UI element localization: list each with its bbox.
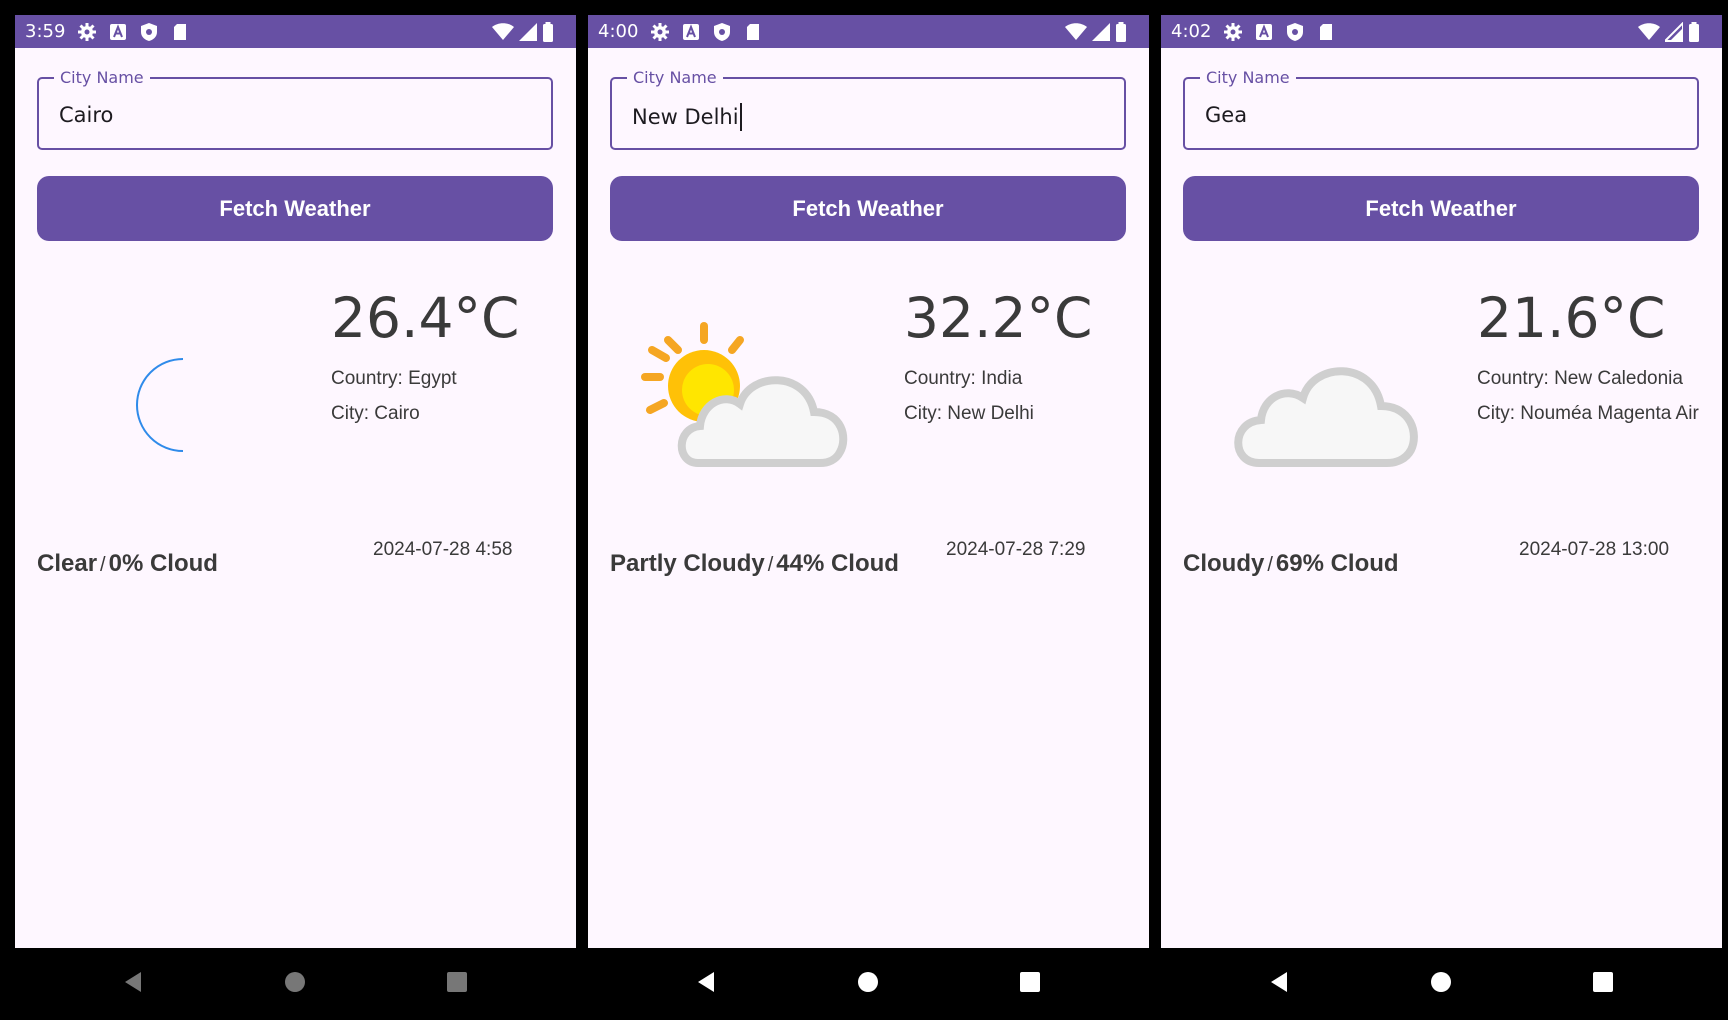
country-label: Country: India (904, 368, 1023, 389)
condition-text: Clear (37, 550, 98, 577)
city-name-field[interactable]: City Name Gea (1183, 68, 1699, 150)
condition-summary: Clear/0% Cloud (37, 550, 218, 577)
battery-icon (543, 22, 553, 42)
fetch-weather-button[interactable]: Fetch Weather (1183, 176, 1699, 241)
phone-screen-1: 3:59 City Name Cairo Fetch Weather 26.4°… (15, 0, 576, 1020)
temperature: 21.6°C (1477, 286, 1666, 350)
city-name-value: Cairo (59, 103, 114, 127)
battery-icon (1116, 22, 1126, 42)
city-name-label: City Name (627, 68, 723, 87)
home-icon[interactable] (854, 968, 882, 996)
weather-screen: City Name Cairo Fetch Weather 26.4°C Cou… (15, 48, 576, 948)
signal-icon (1092, 23, 1110, 41)
wifi-icon (1638, 23, 1660, 40)
shield-icon (141, 23, 157, 41)
navigation-bar (15, 948, 576, 1020)
temperature: 26.4°C (331, 286, 520, 350)
back-icon[interactable] (120, 968, 148, 996)
weather-screen: City Name Gea Fetch Weather 21.6°C Count… (1161, 48, 1722, 948)
cloud-percentage: 0% Cloud (108, 550, 218, 577)
fetch-weather-button[interactable]: Fetch Weather (610, 176, 1126, 241)
city-name-value: Gea (1205, 103, 1248, 127)
home-icon[interactable] (281, 968, 309, 996)
text-cursor (739, 103, 742, 131)
status-time: 4:02 (1171, 21, 1212, 42)
navigation-bar (1161, 948, 1722, 1020)
condition-summary: Cloudy/69% Cloud (1183, 550, 1399, 577)
city-label: City: Cairo (331, 403, 420, 424)
recents-icon[interactable] (443, 968, 471, 996)
city-name-value: New Delhi (632, 105, 739, 129)
last-updated: 2024-07-28 4:58 (373, 539, 513, 560)
settings-icon (78, 23, 96, 41)
font-a-icon (683, 24, 699, 40)
font-a-icon (1256, 24, 1272, 40)
city-name-field[interactable]: City Name Cairo (37, 68, 553, 150)
battery-icon (1689, 22, 1699, 42)
settings-icon (651, 23, 669, 41)
phone-screen-3: 4:02 City Name Gea Fetch Weather 21.6°C … (1161, 0, 1722, 1020)
city-label: City: Nouméa Magenta Air (1477, 403, 1699, 424)
condition-text: Cloudy (1183, 550, 1265, 577)
recents-icon[interactable] (1589, 968, 1617, 996)
condition-text: Partly Cloudy (610, 550, 765, 577)
cloud-icon (1234, 367, 1418, 467)
signal-icon (519, 23, 537, 41)
signal-icon (1665, 22, 1683, 42)
moon-icon (136, 358, 184, 452)
city-name-label: City Name (54, 68, 150, 87)
city-label: City: New Delhi (904, 403, 1034, 424)
wifi-icon (1065, 23, 1087, 40)
city-name-field[interactable]: City Name New Delhi (610, 68, 1126, 150)
sd-card-icon (174, 24, 186, 40)
sd-card-icon (747, 24, 759, 40)
navigation-bar (588, 948, 1149, 1020)
country-label: Country: Egypt (331, 368, 457, 389)
wifi-icon (492, 23, 514, 40)
city-name-label: City Name (1200, 68, 1296, 87)
font-a-icon (110, 24, 126, 40)
phone-screen-2: 4:00 City Name New Delhi Fetch Weather 3… (588, 0, 1149, 1020)
cloud-percentage: 69% Cloud (1275, 550, 1399, 577)
temperature: 32.2°C (904, 286, 1093, 350)
condition-summary: Partly Cloudy/44% Cloud (610, 550, 899, 577)
fetch-weather-button[interactable]: Fetch Weather (37, 176, 553, 241)
home-icon[interactable] (1427, 968, 1455, 996)
recents-icon[interactable] (1016, 968, 1044, 996)
status-time: 4:00 (598, 21, 639, 42)
sd-card-icon (1320, 24, 1332, 40)
settings-icon (1224, 23, 1242, 41)
last-updated: 2024-07-28 7:29 (946, 539, 1086, 560)
back-icon[interactable] (1266, 968, 1294, 996)
partly-cloudy-icon (641, 322, 848, 467)
last-updated: 2024-07-28 13:00 (1519, 539, 1670, 560)
shield-icon (714, 23, 730, 41)
back-icon[interactable] (693, 968, 721, 996)
status-bar: 4:00 (588, 15, 1149, 48)
cloud-percentage: 44% Cloud (776, 550, 899, 577)
shield-icon (1287, 23, 1303, 41)
country-label: Country: New Caledonia (1477, 368, 1683, 389)
status-time: 3:59 (25, 21, 66, 42)
status-bar: 4:02 (1161, 15, 1722, 48)
status-bar: 3:59 (15, 15, 576, 48)
weather-screen: City Name New Delhi Fetch Weather 32.2°C… (588, 48, 1149, 948)
